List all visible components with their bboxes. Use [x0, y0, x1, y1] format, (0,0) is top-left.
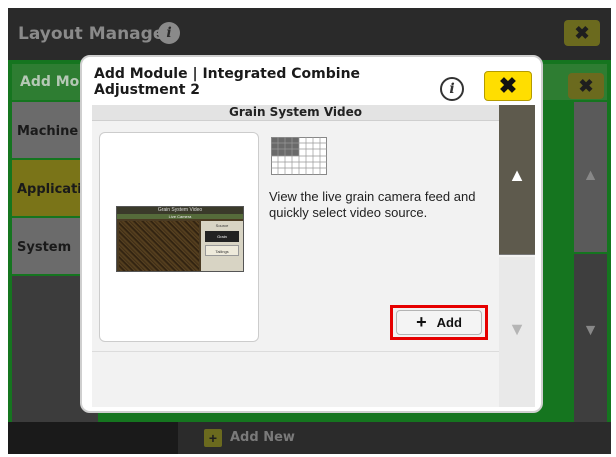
add-module-close-button[interactable]: ✖ — [568, 73, 604, 99]
dialog-title: Add Module | Integrated Combine Adjustme… — [94, 66, 361, 98]
background-scroll-down-button[interactable]: ▼ — [574, 254, 607, 422]
layout-manager-close-button[interactable]: ✖ — [564, 20, 600, 46]
module-panel: Grain System Video Grain System Video Li… — [92, 105, 499, 407]
layout-manager-title: Layout Manager — [18, 24, 173, 44]
background-scrollbar: ▲ ▼ — [574, 102, 607, 422]
thumbnail-grain-button: Grain — [205, 231, 239, 242]
thumbnail-title: Grain System Video — [117, 207, 243, 214]
add-new-label[interactable]: Add New — [230, 430, 295, 445]
close-button[interactable]: ✖ — [484, 71, 532, 101]
thumbnail-tailings-button: Tailings — [205, 245, 239, 256]
add-button-label: Add — [436, 315, 462, 330]
footer-bar: + Add New — [8, 422, 611, 454]
scroll-up-button[interactable]: ▲ — [499, 105, 535, 255]
layout-manager-titlebar: Layout Manager i ✖ — [8, 8, 611, 60]
footer-left-area — [8, 422, 178, 454]
add-new-icon[interactable]: + — [204, 429, 222, 447]
thumbnail-source-panel: Source Grain Tailings — [201, 221, 243, 271]
background-scroll-up-button[interactable]: ▲ — [574, 102, 607, 252]
module-size-grid-icon — [271, 137, 327, 175]
module-description: View the live grain camera feed and quic… — [269, 189, 476, 220]
info-icon[interactable]: i — [158, 22, 180, 44]
module-name-header: Grain System Video — [92, 105, 499, 121]
info-icon[interactable]: i — [440, 77, 464, 101]
thumbnail-source-label: Source — [215, 223, 229, 228]
module-thumbnail: Grain System Video Live Camera Source Gr… — [116, 206, 244, 272]
scroll-down-button[interactable]: ▼ — [499, 257, 535, 407]
plus-icon: + — [416, 312, 427, 332]
dialog-scrollbar: ▲ ▼ — [499, 105, 535, 407]
panel-divider — [92, 351, 499, 352]
add-module-title: Add Mo — [20, 74, 80, 90]
thumbnail-subtitle: Live Camera — [117, 214, 243, 219]
add-module-dialog: Add Module | Integrated Combine Adjustme… — [80, 55, 543, 413]
thumbnail-video-feed — [119, 221, 199, 271]
add-button[interactable]: + Add — [396, 310, 482, 335]
module-preview-card: Grain System Video Live Camera Source Gr… — [99, 132, 259, 342]
